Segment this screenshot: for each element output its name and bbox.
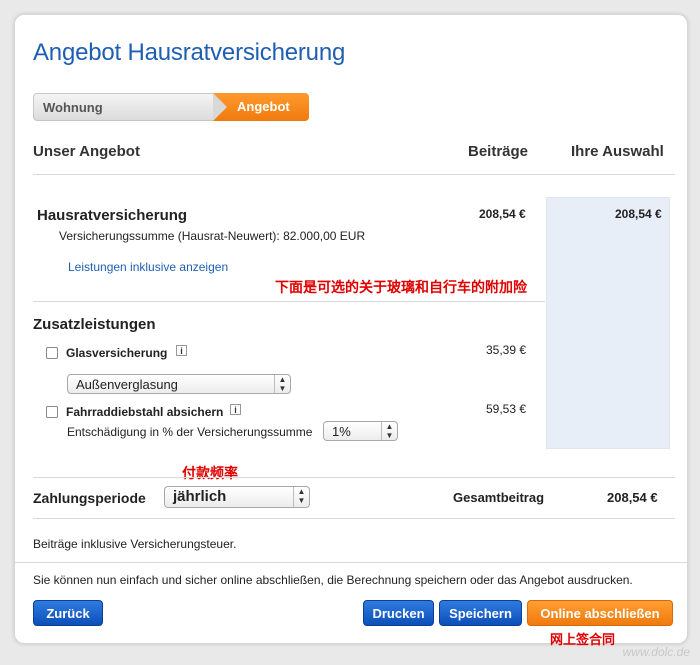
bike-info-icon[interactable]: i <box>230 404 241 415</box>
glass-type-select[interactable]: Außenverglasung ▲ ▼ <box>67 374 291 394</box>
show-benefits-link[interactable]: Leistungen inklusive anzeigen <box>68 260 228 274</box>
compensation-value: 1% <box>332 424 351 439</box>
select-arrows-icon: ▲ ▼ <box>293 487 309 507</box>
select-arrows-icon: ▲ ▼ <box>274 375 290 393</box>
page-title: Angebot Hausratversicherung <box>33 39 346 66</box>
divider <box>15 562 687 563</box>
divider <box>33 518 675 519</box>
step-wohnung[interactable]: Wohnung <box>33 93 233 121</box>
back-button[interactable]: Zurück <box>33 600 103 626</box>
main-insurance-choice: 208,54 € <box>615 207 662 221</box>
glass-type-value: Außenverglasung <box>76 377 178 392</box>
glass-price: 35,39 € <box>486 343 527 357</box>
glass-info-icon[interactable]: i <box>176 345 187 356</box>
annotation-addons: 下面是可选的关于玻璃和自行车的附加险 <box>275 279 527 295</box>
glass-checkbox[interactable] <box>46 347 58 359</box>
bike-price: 59,53 € <box>486 402 527 416</box>
bike-checkbox[interactable] <box>46 406 58 418</box>
step-angebot: Angebot <box>213 93 309 121</box>
payment-label: Zahlungsperiode <box>33 490 146 506</box>
step-divider-arrow <box>213 93 227 121</box>
selection-column <box>546 197 670 449</box>
divider <box>33 301 545 302</box>
total-label: Gesamtbeitrag <box>453 490 545 505</box>
divider <box>33 174 675 175</box>
offer-card: Angebot Hausratversicherung Wohnung Ange… <box>14 14 688 647</box>
main-insurance-name: Hausratversicherung <box>37 207 188 224</box>
compensation-label: Entschädigung in % der Versicherungssumm… <box>67 425 313 439</box>
column-header-choice: Ihre Auswahl <box>571 143 664 160</box>
compensation-select[interactable]: 1% ▲ ▼ <box>323 421 398 441</box>
annotation-sign: 网上签合同 <box>550 632 616 647</box>
info-text: Sie können nun einfach und sicher online… <box>33 573 633 587</box>
main-insurance-premium: 208,54 € <box>479 207 526 221</box>
save-button[interactable]: Speichern <box>439 600 522 626</box>
payment-period-select[interactable]: jährlich ▲ ▼ <box>164 486 310 508</box>
select-arrows-icon: ▲ ▼ <box>381 422 397 440</box>
complete-online-button[interactable]: Online abschließen <box>527 600 673 626</box>
divider <box>33 477 675 478</box>
column-header-offer: Unser Angebot <box>33 143 140 160</box>
tax-note: Beiträge inklusive Versicherungsteuer. <box>33 537 237 551</box>
watermark: www.dolc.de <box>622 645 690 659</box>
bike-label: Fahrraddiebstahl absichern <box>66 405 224 419</box>
glass-label: Glasversicherung <box>66 346 168 360</box>
annotation-payment: 付款频率 <box>182 465 238 481</box>
column-header-premium: Beiträge <box>468 143 529 160</box>
print-button[interactable]: Drucken <box>363 600 434 626</box>
total-value: 208,54 € <box>607 490 658 505</box>
sum-insured: Versicherungssumme (Hausrat-Neuwert): 82… <box>59 229 366 243</box>
payment-period-value: jährlich <box>173 488 227 505</box>
addons-heading: Zusatzleistungen <box>33 316 156 333</box>
